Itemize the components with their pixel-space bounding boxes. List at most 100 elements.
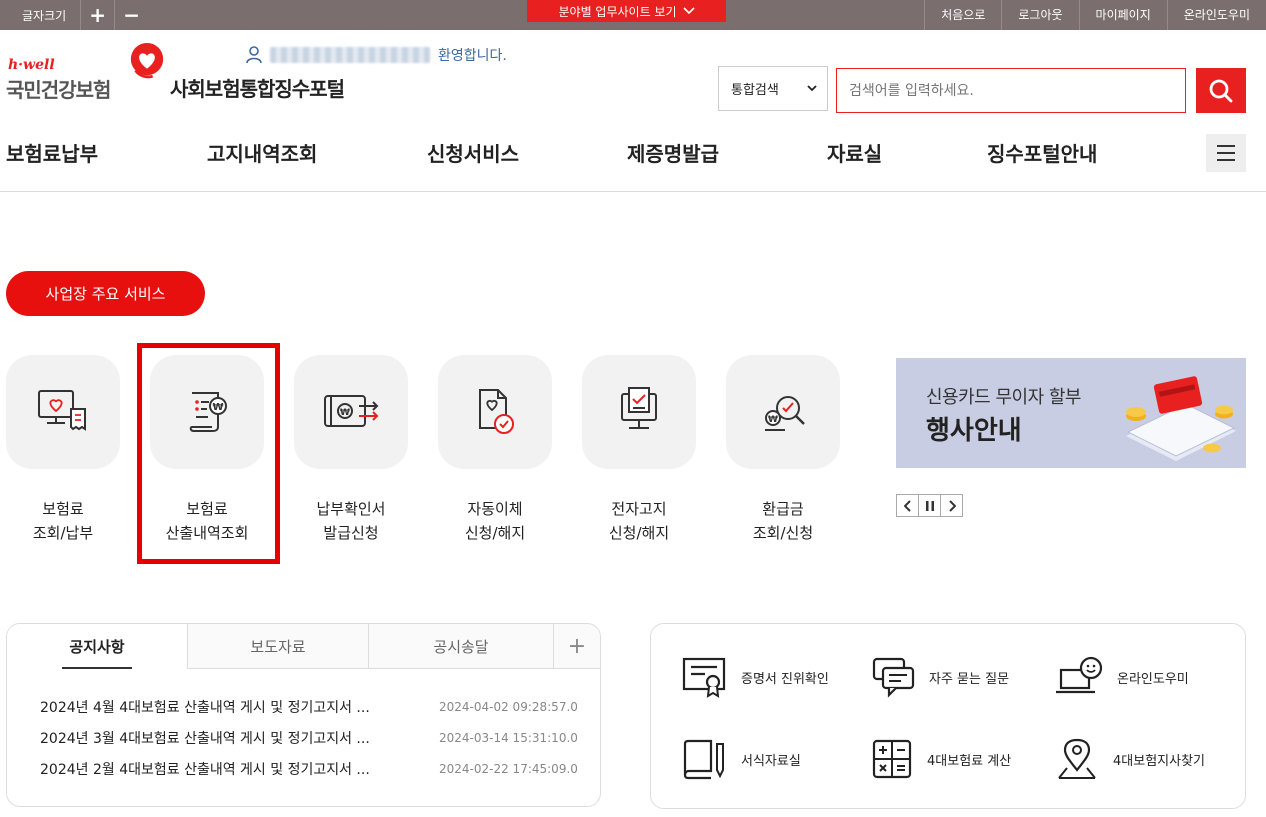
quick-label: 자주 묻는 질문 [929, 671, 1010, 687]
nav-certificate-issue[interactable]: 제증명발급 [627, 138, 719, 167]
field-sites-button[interactable]: 분야별 업무사이트 보기 [527, 0, 726, 22]
user-icon [246, 46, 262, 64]
search-button[interactable] [1196, 68, 1246, 113]
heart-logo-icon [130, 42, 164, 79]
chat-bubble-icon [872, 657, 915, 698]
search-scope-value: 통합검색 [731, 83, 779, 98]
service-auto-transfer[interactable]: 자동이체 신청/해지 [438, 355, 552, 545]
list-item[interactable]: 2024년 2월 4대보험료 산출내역 게시 및 정기고지서 ... 2024-… [40, 753, 600, 784]
quick-label: 서식자료실 [741, 753, 801, 769]
search-input[interactable] [836, 68, 1186, 113]
event-banner[interactable]: 신용카드 무이자 할부 행사안내 [896, 358, 1246, 468]
welcome-message: 환영합니다. [246, 45, 507, 65]
hamburger-menu-icon[interactable] [1206, 134, 1246, 172]
book-pencil-icon [683, 739, 724, 780]
online-helper-link[interactable]: 온라인도우미 [1166, 0, 1266, 30]
service-payment-certificate[interactable]: ₩ 납부확인서 발급신청 [294, 355, 408, 545]
chevron-down-icon [682, 7, 695, 15]
service-premium-inquiry[interactable]: 보험료 조회/납부 [6, 355, 120, 545]
quick-label: 증명서 진위확인 [741, 671, 829, 687]
notice-date: 2024-04-02 09:28:57.0 [439, 699, 578, 714]
nav-portal-guide[interactable]: 징수포털안내 [987, 138, 1097, 167]
list-item[interactable]: 2024년 3월 4대보험료 산출내역 게시 및 정기고지서 ... 2024-… [40, 722, 600, 753]
notice-board: 공지사항 보도자료 공시송달 + 2024년 4월 4대보험료 산출내역 게시 … [6, 623, 601, 807]
notice-title[interactable]: 2024년 3월 4대보험료 산출내역 게시 및 정기고지서 ... [40, 728, 439, 748]
electronic-notice-icon [621, 387, 657, 429]
quick-forms[interactable]: 서식자료실 [681, 738, 801, 780]
service-label: 환급금 조회/신청 [752, 500, 814, 542]
service-label: 전자고지 신청/해지 [608, 500, 670, 542]
banner-pause-button[interactable] [918, 494, 941, 517]
util-links: 처음으로 로그아웃 마이페이지 온라인도우미 [924, 0, 1266, 30]
tab-public-notice[interactable]: 공시송달 [369, 624, 554, 669]
tab-notices[interactable]: 공지사항 [7, 624, 188, 669]
service-electronic-notice[interactable]: 전자고지 신청/해지 [582, 355, 696, 545]
svg-text:₩: ₩ [768, 415, 778, 425]
service-label: 자동이체 신청/해지 [464, 500, 526, 542]
top-utility-bar: 글자크기 + − 분야별 업무사이트 보기 처음으로 로그아웃 마이페이지 온라… [0, 0, 1266, 30]
quick-faq[interactable]: 자주 묻는 질문 [871, 656, 1009, 698]
quick-branch-finder[interactable]: 4대보험지사찾기 [1053, 738, 1205, 780]
location-pin-icon [1058, 738, 1096, 779]
certificate-icon [682, 657, 726, 698]
nav-application-service[interactable]: 신청서비스 [427, 138, 519, 167]
font-size-control: 글자크기 + − [0, 0, 148, 30]
business-services-button[interactable]: 사업장 주요 서비스 [6, 271, 205, 316]
calculator-icon [872, 739, 912, 779]
mypage-link[interactable]: 마이페이지 [1078, 0, 1167, 30]
service-icon-box [582, 355, 696, 469]
phone-card-illustration-icon [1126, 376, 1236, 461]
font-decrease-button[interactable]: − [114, 0, 148, 30]
home-link[interactable]: 처음으로 [924, 0, 1001, 30]
notice-date: 2024-02-22 17:45:09.0 [439, 761, 578, 776]
notice-date: 2024-03-14 15:31:10.0 [439, 730, 578, 745]
tab-press[interactable]: 보도자료 [188, 624, 369, 669]
svg-text:₩: ₩ [340, 408, 350, 418]
field-sites-label: 분야별 업무사이트 보기 [558, 4, 677, 19]
chevron-left-icon [903, 499, 911, 512]
notice-tabs: 공지사항 보도자료 공시송달 + [7, 624, 600, 669]
monitor-receipt-icon [38, 390, 86, 431]
logo-hwell: h·well [8, 57, 55, 73]
highlight-box [137, 343, 280, 564]
payment-transfer-icon: ₩ [324, 395, 379, 427]
search-scope-select[interactable]: 통합검색 [718, 66, 828, 111]
pause-icon [925, 500, 934, 511]
nav-resources[interactable]: 자료실 [827, 138, 882, 167]
nav-notice-inquiry[interactable]: 고지내역조회 [207, 138, 317, 167]
service-icon-box [438, 355, 552, 469]
service-refund-inquiry[interactable]: ₩ 환급금 조회/신청 [726, 355, 840, 545]
service-icon-box: ₩ [294, 355, 408, 469]
quick-label: 4대보험료 계산 [927, 753, 1012, 769]
refund-search-icon: ₩ [765, 396, 805, 431]
quick-label: 4대보험지사찾기 [1113, 753, 1205, 769]
banner-controls [896, 494, 963, 517]
notice-title[interactable]: 2024년 4월 4대보험료 산출내역 게시 및 정기고지서 ... [40, 697, 439, 717]
quick-certificate-verify[interactable]: 증명서 진위확인 [681, 656, 829, 698]
logout-link[interactable]: 로그아웃 [1001, 0, 1078, 30]
nhis-logo[interactable]: h·well 국민건강보험 [6, 42, 164, 102]
service-label: 납부확인서 발급신청 [316, 500, 386, 542]
banner-subtitle: 신용카드 무이자 할부 [926, 387, 1081, 408]
list-item[interactable]: 2024년 4월 4대보험료 산출내역 게시 및 정기고지서 ... 2024-… [40, 691, 600, 722]
service-icon-box: ₩ [726, 355, 840, 469]
font-increase-button[interactable]: + [80, 0, 114, 30]
banner-prev-button[interactable] [896, 494, 919, 517]
quick-links-panel: 증명서 진위확인 자주 묻는 질문 온라인도우미 서식자료실 4대보험료 계산 … [650, 623, 1246, 809]
welcome-text: 환영합니다. [438, 48, 507, 64]
quick-calculator[interactable]: 4대보험료 계산 [871, 738, 1011, 780]
chevron-down-icon [807, 85, 817, 92]
notice-list: 2024년 4월 4대보험료 산출내역 게시 및 정기고지서 ... 2024-… [7, 669, 600, 784]
search-icon [1209, 79, 1233, 102]
service-label: 보험료 조회/납부 [32, 500, 94, 542]
nav-premium-payment[interactable]: 보험료납부 [6, 138, 98, 167]
quick-online-helper[interactable]: 온라인도우미 [1053, 656, 1189, 698]
more-button[interactable]: + [554, 624, 600, 669]
helper-laptop-icon [1056, 656, 1103, 694]
chevron-right-icon [948, 499, 956, 512]
notice-title[interactable]: 2024년 2월 4대보험료 산출내역 게시 및 정기고지서 ... [40, 759, 439, 779]
portal-title: 사회보험통합징수포털 [170, 77, 345, 101]
banner-next-button[interactable] [940, 494, 963, 517]
main-navigation: 보험료납부 고지내역조회 신청서비스 제증명발급 자료실 징수포털안내 [0, 130, 1266, 192]
auto-transfer-document-icon [479, 389, 514, 434]
